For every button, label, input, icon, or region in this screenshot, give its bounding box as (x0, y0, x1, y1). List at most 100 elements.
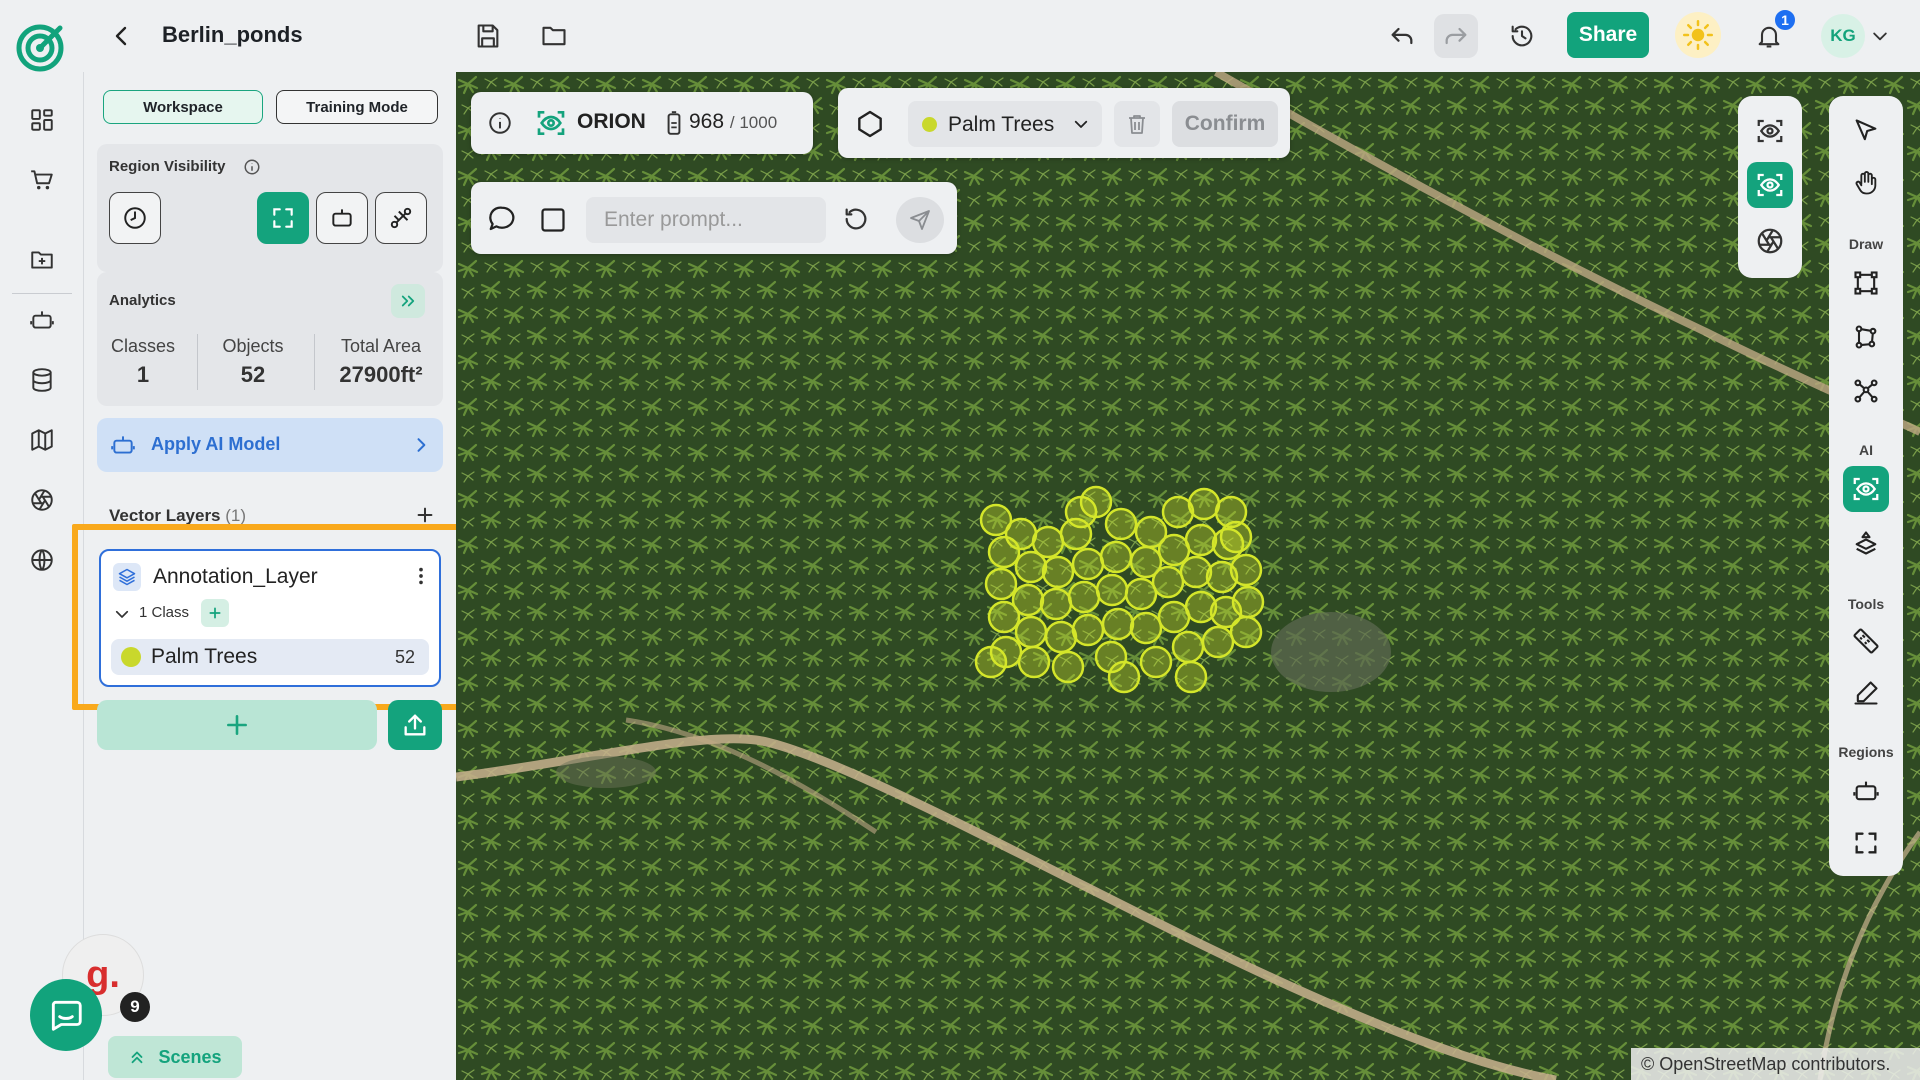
ai-scan-icon[interactable] (1747, 108, 1793, 154)
pipeline-region-button[interactable] (375, 192, 427, 244)
dashboard-icon[interactable] (22, 100, 62, 140)
tools-section-label: Tools (1847, 596, 1885, 612)
class-color-dot (922, 117, 937, 132)
credits-total: / 1000 (729, 113, 778, 132)
share-button[interactable]: Share (1567, 12, 1649, 58)
regions-section-label: Regions (1838, 744, 1894, 760)
confirm-button[interactable]: Confirm (1172, 101, 1278, 147)
class-toolbar: Palm Trees Confirm (838, 88, 1290, 158)
prompt-input[interactable]: Enter prompt... (586, 197, 826, 243)
robot-icon[interactable] (22, 300, 62, 340)
project-folder-icon[interactable] (22, 240, 62, 280)
undo-icon[interactable] (1380, 14, 1424, 58)
upload-icon (404, 714, 426, 736)
classes-label: Classes (110, 336, 176, 356)
history-icon[interactable] (1500, 14, 1544, 58)
notification-badge: 1 (1773, 8, 1797, 32)
redo-icon[interactable] (1434, 14, 1478, 58)
vector-layers-label: Vector Layers (109, 506, 221, 525)
class-select-dropdown[interactable]: Palm Trees (908, 101, 1102, 147)
chevron-down-icon[interactable] (1864, 14, 1896, 58)
add-vector-layer-button[interactable] (97, 700, 377, 750)
ai-mode-toolbar (1738, 96, 1802, 278)
chevrons-up-icon (132, 1051, 143, 1064)
model-toolbar: ORION 968 / 1000 (471, 92, 813, 154)
pan-hand-icon[interactable] (1843, 160, 1889, 206)
aperture-icon[interactable] (1747, 218, 1793, 264)
full-extent-button[interactable] (257, 192, 309, 244)
user-avatar[interactable]: KG (1821, 14, 1865, 58)
ai-section-label: AI (1859, 442, 1873, 458)
map-icon[interactable] (22, 420, 62, 460)
robot-icon (109, 432, 137, 458)
freehand-polygon-tool-icon[interactable] (1843, 368, 1889, 414)
rectangle-tool-icon[interactable] (1843, 260, 1889, 306)
total-area-value: 27900ft² (339, 362, 423, 387)
polygon-tool-icon[interactable] (1843, 314, 1889, 360)
stat-divider (197, 334, 198, 390)
analytics-card: Analytics Classes 1 Objects 52 Total Are… (97, 272, 443, 406)
theme-toggle-sun-icon[interactable] (1675, 12, 1721, 58)
training-mode-tab[interactable]: Training Mode (276, 90, 438, 124)
pen-tool-icon[interactable] (1843, 670, 1889, 716)
back-chevron-icon[interactable] (100, 14, 144, 58)
box-prompt-icon[interactable] (539, 206, 567, 234)
vector-layers-count: (1) (225, 506, 247, 525)
credits-readout: 968 / 1000 (689, 110, 777, 134)
upload-layer-button[interactable] (388, 700, 442, 750)
database-icon[interactable] (22, 360, 62, 400)
delete-button[interactable] (1114, 101, 1160, 147)
ai-detect-tool-icon[interactable] (1843, 520, 1889, 566)
workspace-tab[interactable]: Workspace (103, 90, 263, 124)
orion-ai-icon (535, 107, 567, 139)
app-logo-icon[interactable] (16, 22, 68, 74)
clock-visibility-button[interactable] (109, 192, 161, 244)
save-icon[interactable] (466, 14, 510, 58)
aperture-icon[interactable] (22, 480, 62, 520)
chat-support-button[interactable] (30, 979, 102, 1051)
polygon-shape-icon[interactable] (854, 108, 886, 140)
plus-icon (227, 715, 247, 735)
selected-class-label: Palm Trees (948, 113, 1055, 136)
orion-mode-icon[interactable] (1747, 162, 1793, 208)
credits-used: 968 (689, 110, 725, 133)
scenes-label: Scenes (158, 1046, 222, 1067)
project-title: Berlin_ponds (162, 22, 303, 47)
trash-icon (1129, 115, 1145, 134)
apply-ai-model-button[interactable]: Apply AI Model (97, 418, 443, 472)
chat-icon (51, 1000, 82, 1031)
ai-segment-tool-icon[interactable] (1843, 466, 1889, 512)
draw-section-label: Draw (1848, 236, 1884, 252)
ruler-tool-icon[interactable] (1843, 618, 1889, 664)
reset-prompt-icon[interactable] (842, 205, 870, 233)
vector-layers-header: Vector Layers (1) (109, 506, 246, 526)
apply-ai-model-label: Apply AI Model (151, 434, 281, 454)
widget-badge: 9 (120, 992, 150, 1022)
send-prompt-button[interactable] (896, 197, 944, 243)
chevron-right-icon (411, 435, 431, 455)
stat-divider (314, 334, 315, 390)
drawing-toolbar: Draw AI Tools Regions (1829, 96, 1903, 876)
add-layer-icon[interactable] (414, 504, 436, 526)
chevron-down-icon (1072, 115, 1090, 133)
robot-region-tool-icon[interactable] (1843, 768, 1889, 814)
robot-region-button[interactable] (316, 192, 368, 244)
expand-analytics-icon[interactable] (391, 284, 425, 318)
globe-icon[interactable] (22, 540, 62, 580)
folder-icon[interactable] (532, 14, 576, 58)
select-cursor-icon[interactable] (1843, 108, 1889, 154)
objects-value: 52 (240, 362, 266, 387)
analytics-title: Analytics (109, 292, 176, 309)
cart-icon[interactable] (22, 160, 62, 200)
region-frame-tool-icon[interactable] (1843, 820, 1889, 866)
chat-bubble-icon[interactable] (487, 204, 517, 234)
model-name: ORION (577, 110, 646, 133)
classes-value: 1 (136, 362, 150, 387)
rail-divider (12, 293, 72, 294)
map-attribution: © OpenStreetMap contributors. (1631, 1048, 1920, 1080)
scenes-button[interactable]: Scenes (108, 1036, 242, 1078)
info-icon[interactable] (487, 110, 513, 136)
credits-battery-icon (665, 110, 683, 136)
info-icon[interactable] (243, 158, 261, 176)
region-visibility-card: Region Visibility (97, 144, 443, 272)
